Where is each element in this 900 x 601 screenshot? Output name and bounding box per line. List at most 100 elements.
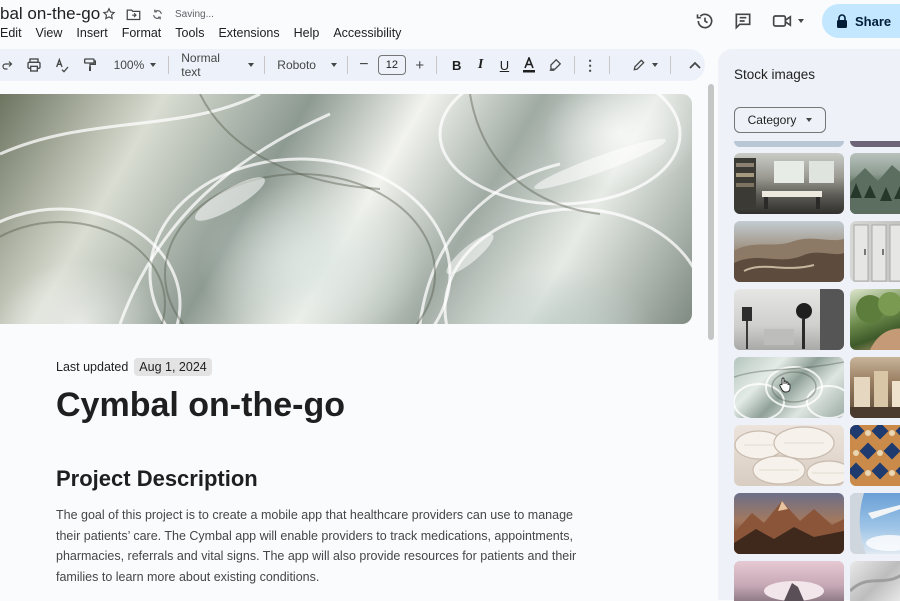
mountain-sunset-image xyxy=(734,501,844,554)
stock-image-thumbnail[interactable] xyxy=(734,141,844,147)
lockers-image xyxy=(853,224,900,282)
zoom-select[interactable]: 100% xyxy=(114,58,157,72)
header-image[interactable] xyxy=(0,94,692,324)
menu-accessibility[interactable]: Accessibility xyxy=(333,26,401,40)
share-button[interactable]: Share xyxy=(822,4,900,38)
document-heading[interactable]: Cymbal on-the-go xyxy=(56,386,345,425)
town-buildings-image xyxy=(850,371,900,418)
stock-image-thumbnail[interactable] xyxy=(850,141,900,147)
paragraph-style-value: Normal text xyxy=(181,51,220,79)
menu-view[interactable]: View xyxy=(36,26,63,40)
paragraph-style-select[interactable]: Normal text xyxy=(181,51,255,79)
photo-studio-image xyxy=(742,289,844,350)
stock-image-thumbnail[interactable] xyxy=(734,493,844,554)
stock-image-thumbnail[interactable] xyxy=(734,221,844,282)
menu-format[interactable]: Format xyxy=(122,26,162,40)
stock-image-thumbnail[interactable] xyxy=(734,153,844,214)
forest-mountain-image xyxy=(850,165,900,214)
paint-format-icon[interactable] xyxy=(76,53,104,77)
text-color-button[interactable] xyxy=(516,53,542,77)
print-icon[interactable] xyxy=(20,53,48,77)
chevron-down-icon xyxy=(150,63,157,67)
star-icon[interactable] xyxy=(102,7,116,21)
decrease-font-size-button[interactable]: − xyxy=(356,53,372,77)
paragraph-line: pharmacies, referrals and vital signs. T… xyxy=(56,549,577,563)
panel-title: Stock images xyxy=(734,67,816,82)
chevron-down-icon xyxy=(806,118,813,122)
stock-image-thumbnail[interactable] xyxy=(734,425,844,486)
chevron-down-icon xyxy=(652,63,659,67)
stock-image-thumbnail[interactable] xyxy=(850,221,900,282)
toolbar-divider xyxy=(609,56,611,74)
plants-image xyxy=(856,292,900,350)
stock-image-thumbnail[interactable] xyxy=(850,425,900,486)
stock-image-thumbnail[interactable] xyxy=(850,561,900,601)
history-icon[interactable] xyxy=(692,8,718,34)
underline-button[interactable]: U xyxy=(493,53,517,77)
section-heading[interactable]: Project Description xyxy=(56,466,258,492)
toolbar: 100% Normal text Roboto − 12 + B I U ⋮ xyxy=(0,49,705,81)
zoom-value: 100% xyxy=(113,58,145,72)
toolbar-divider xyxy=(435,56,437,74)
font-size-input[interactable]: 12 xyxy=(377,55,406,75)
menu-tools[interactable]: Tools xyxy=(175,26,204,40)
stock-image-thumbnail[interactable] xyxy=(734,561,844,601)
bold-button[interactable]: B xyxy=(445,53,469,77)
chevron-down-icon xyxy=(248,63,255,67)
paragraph-line: families to learn more about existing co… xyxy=(56,569,320,584)
highlight-color-button[interactable] xyxy=(542,53,568,77)
stock-image-thumbnail[interactable] xyxy=(850,289,900,350)
menu-help[interactable]: Help xyxy=(294,26,320,40)
white-fabric-image xyxy=(850,574,900,593)
chevron-down-icon xyxy=(798,19,804,23)
more-options-icon[interactable]: ⋮ xyxy=(583,53,597,77)
date-chip[interactable]: Aug 1, 2024 xyxy=(134,358,212,376)
airplane-wing-image xyxy=(850,493,900,554)
menu-extensions[interactable]: Extensions xyxy=(218,26,279,40)
project-description-paragraph[interactable]: The goal of this project is to create a … xyxy=(56,505,616,587)
document-title[interactable]: bal on-the-go xyxy=(0,4,100,24)
toolbar-divider xyxy=(574,56,576,74)
collapse-menus-icon[interactable] xyxy=(685,53,705,77)
redo-icon[interactable] xyxy=(0,53,14,77)
move-folder-icon[interactable] xyxy=(126,8,141,21)
patterned-tiles-image xyxy=(850,425,900,480)
mouse-pointer-icon xyxy=(779,377,791,393)
stock-image-thumbnail[interactable] xyxy=(850,493,900,554)
pencil-icon xyxy=(633,59,645,71)
meet-button[interactable] xyxy=(768,8,808,34)
desert-hills-image xyxy=(734,238,844,282)
toolbar-divider xyxy=(264,56,266,74)
chevron-down-icon xyxy=(331,63,337,67)
toolbar-divider xyxy=(168,56,170,74)
last-updated: Last updated Aug 1, 2024 xyxy=(56,358,212,376)
category-dropdown[interactable]: Category xyxy=(734,107,826,133)
sync-status-icon xyxy=(151,8,164,21)
font-family-select[interactable]: Roboto xyxy=(277,58,337,72)
text-color-icon xyxy=(523,57,536,73)
last-updated-label: Last updated xyxy=(56,360,129,374)
spellcheck-icon[interactable] xyxy=(48,53,76,77)
saving-status: Saving... xyxy=(175,9,214,20)
share-label: Share xyxy=(855,13,892,29)
menu-insert[interactable]: Insert xyxy=(76,26,107,40)
lock-icon xyxy=(837,14,847,28)
stock-images-panel: Stock images Category xyxy=(718,49,900,601)
stock-image-thumbnail[interactable] xyxy=(850,153,900,214)
stock-image-thumbnail[interactable] xyxy=(734,289,844,350)
mushrooms-image xyxy=(734,426,844,486)
italic-button[interactable]: I xyxy=(469,53,493,77)
stock-image-thumbnail[interactable] xyxy=(850,357,900,418)
glass-abstract-graphic xyxy=(0,94,692,324)
paragraph-line: their patients’ care. The Cymbal app wil… xyxy=(56,528,573,543)
editing-mode-select[interactable] xyxy=(632,58,659,72)
increase-font-size-button[interactable]: + xyxy=(412,53,428,77)
font-family-value: Roboto xyxy=(277,58,316,72)
menu-edit[interactable]: Edit xyxy=(0,26,22,40)
comments-icon[interactable] xyxy=(730,8,756,34)
paragraph-line: The goal of this project is to create a … xyxy=(56,508,573,522)
pink-clouds-image xyxy=(764,581,824,601)
document-scrollbar[interactable] xyxy=(708,84,714,340)
highlighter-icon xyxy=(549,58,562,71)
category-label: Category xyxy=(747,113,797,127)
